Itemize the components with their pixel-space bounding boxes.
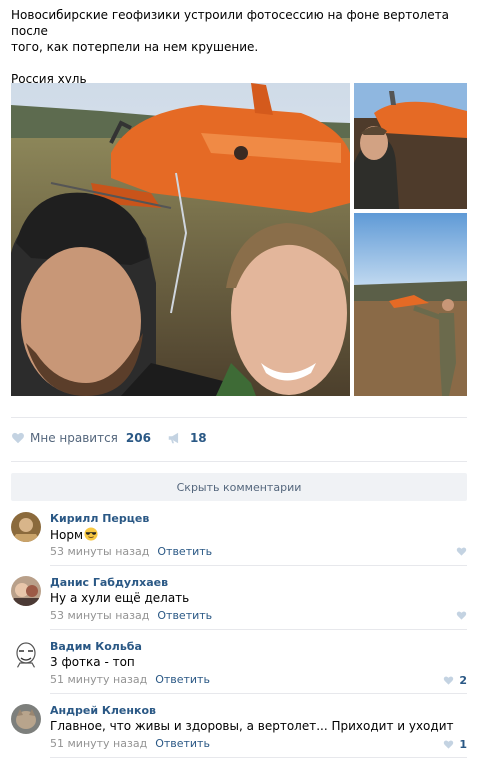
comment-meta: 53 минуты назад Ответить <box>50 609 212 622</box>
share-button[interactable]: 18 <box>167 431 207 445</box>
comment-like-count: 1 <box>459 738 467 751</box>
comment-like-button[interactable]: 2 <box>443 674 467 687</box>
post-text-line-2: того, как потерпели на нем крушение. <box>11 40 259 54</box>
comment-meta: 51 минуту назад Ответить <box>50 673 210 686</box>
comment-like-button[interactable] <box>456 546 467 557</box>
comment-time[interactable]: 51 минуту назад <box>50 737 147 750</box>
hide-comments-button[interactable]: Скрыть комментарии <box>11 473 467 501</box>
comment-like-button[interactable]: 1 <box>443 738 467 751</box>
comment-author[interactable]: Данис Габдулхаев <box>50 576 168 589</box>
photo-main[interactable] <box>11 83 350 396</box>
comment-author[interactable]: Вадим Кольба <box>50 640 142 653</box>
divider <box>50 757 467 758</box>
reply-button[interactable]: Ответить <box>157 609 212 622</box>
avatar[interactable] <box>11 704 41 734</box>
comment-like-count: 2 <box>459 674 467 687</box>
divider <box>50 629 467 630</box>
like-count: 206 <box>125 431 151 445</box>
reply-button[interactable]: Ответить <box>155 737 210 750</box>
avatar[interactable] <box>11 512 41 542</box>
heart-icon <box>444 676 454 685</box>
divider <box>50 693 467 694</box>
comment-meta: 53 минуты назад Ответить <box>50 545 212 558</box>
heart-icon <box>456 547 467 556</box>
comment-like-button[interactable] <box>456 610 467 621</box>
megaphone-icon <box>168 432 179 444</box>
heart-icon <box>12 432 24 444</box>
comment-text-content: Норм <box>50 528 84 542</box>
divider <box>11 461 467 462</box>
divider <box>11 417 467 418</box>
reply-button[interactable]: Ответить <box>155 673 210 686</box>
reply-button[interactable]: Ответить <box>157 545 212 558</box>
sunglasses-emoji-icon <box>84 527 98 541</box>
comment-meta: 51 минуту назад Ответить <box>50 737 210 750</box>
like-button[interactable]: Мне нравится 206 <box>11 431 151 445</box>
comment-time[interactable]: 53 минуты назад <box>50 609 149 622</box>
post-text-line-1: Новосибирские геофизики устроили фотосес… <box>11 8 449 38</box>
comment-text: 3 фотка - топ <box>50 655 135 669</box>
post-text: Новосибирские геофизики устроили фотосес… <box>11 7 471 87</box>
avatar[interactable] <box>11 640 41 670</box>
like-label: Мне нравится <box>30 431 118 445</box>
comment-text: Главное, что живы и здоровы, а вертолет.… <box>50 719 454 733</box>
heart-icon <box>456 611 467 620</box>
comment-time[interactable]: 53 минуты назад <box>50 545 149 558</box>
comment-text: Ну а хули ещё делать <box>50 591 190 605</box>
heart-icon <box>444 740 454 749</box>
share-count: 18 <box>189 431 207 445</box>
comment-author[interactable]: Кирилл Перцев <box>50 512 149 525</box>
photo-2[interactable] <box>354 83 467 209</box>
post-actions: Мне нравится 206 18 <box>11 428 207 448</box>
photo-3[interactable] <box>354 213 467 396</box>
comment-text: Норм <box>50 527 98 542</box>
comment-time[interactable]: 51 минуту назад <box>50 673 147 686</box>
divider <box>50 565 467 566</box>
comment-author[interactable]: Андрей Кленков <box>50 704 156 717</box>
avatar[interactable] <box>11 576 41 606</box>
